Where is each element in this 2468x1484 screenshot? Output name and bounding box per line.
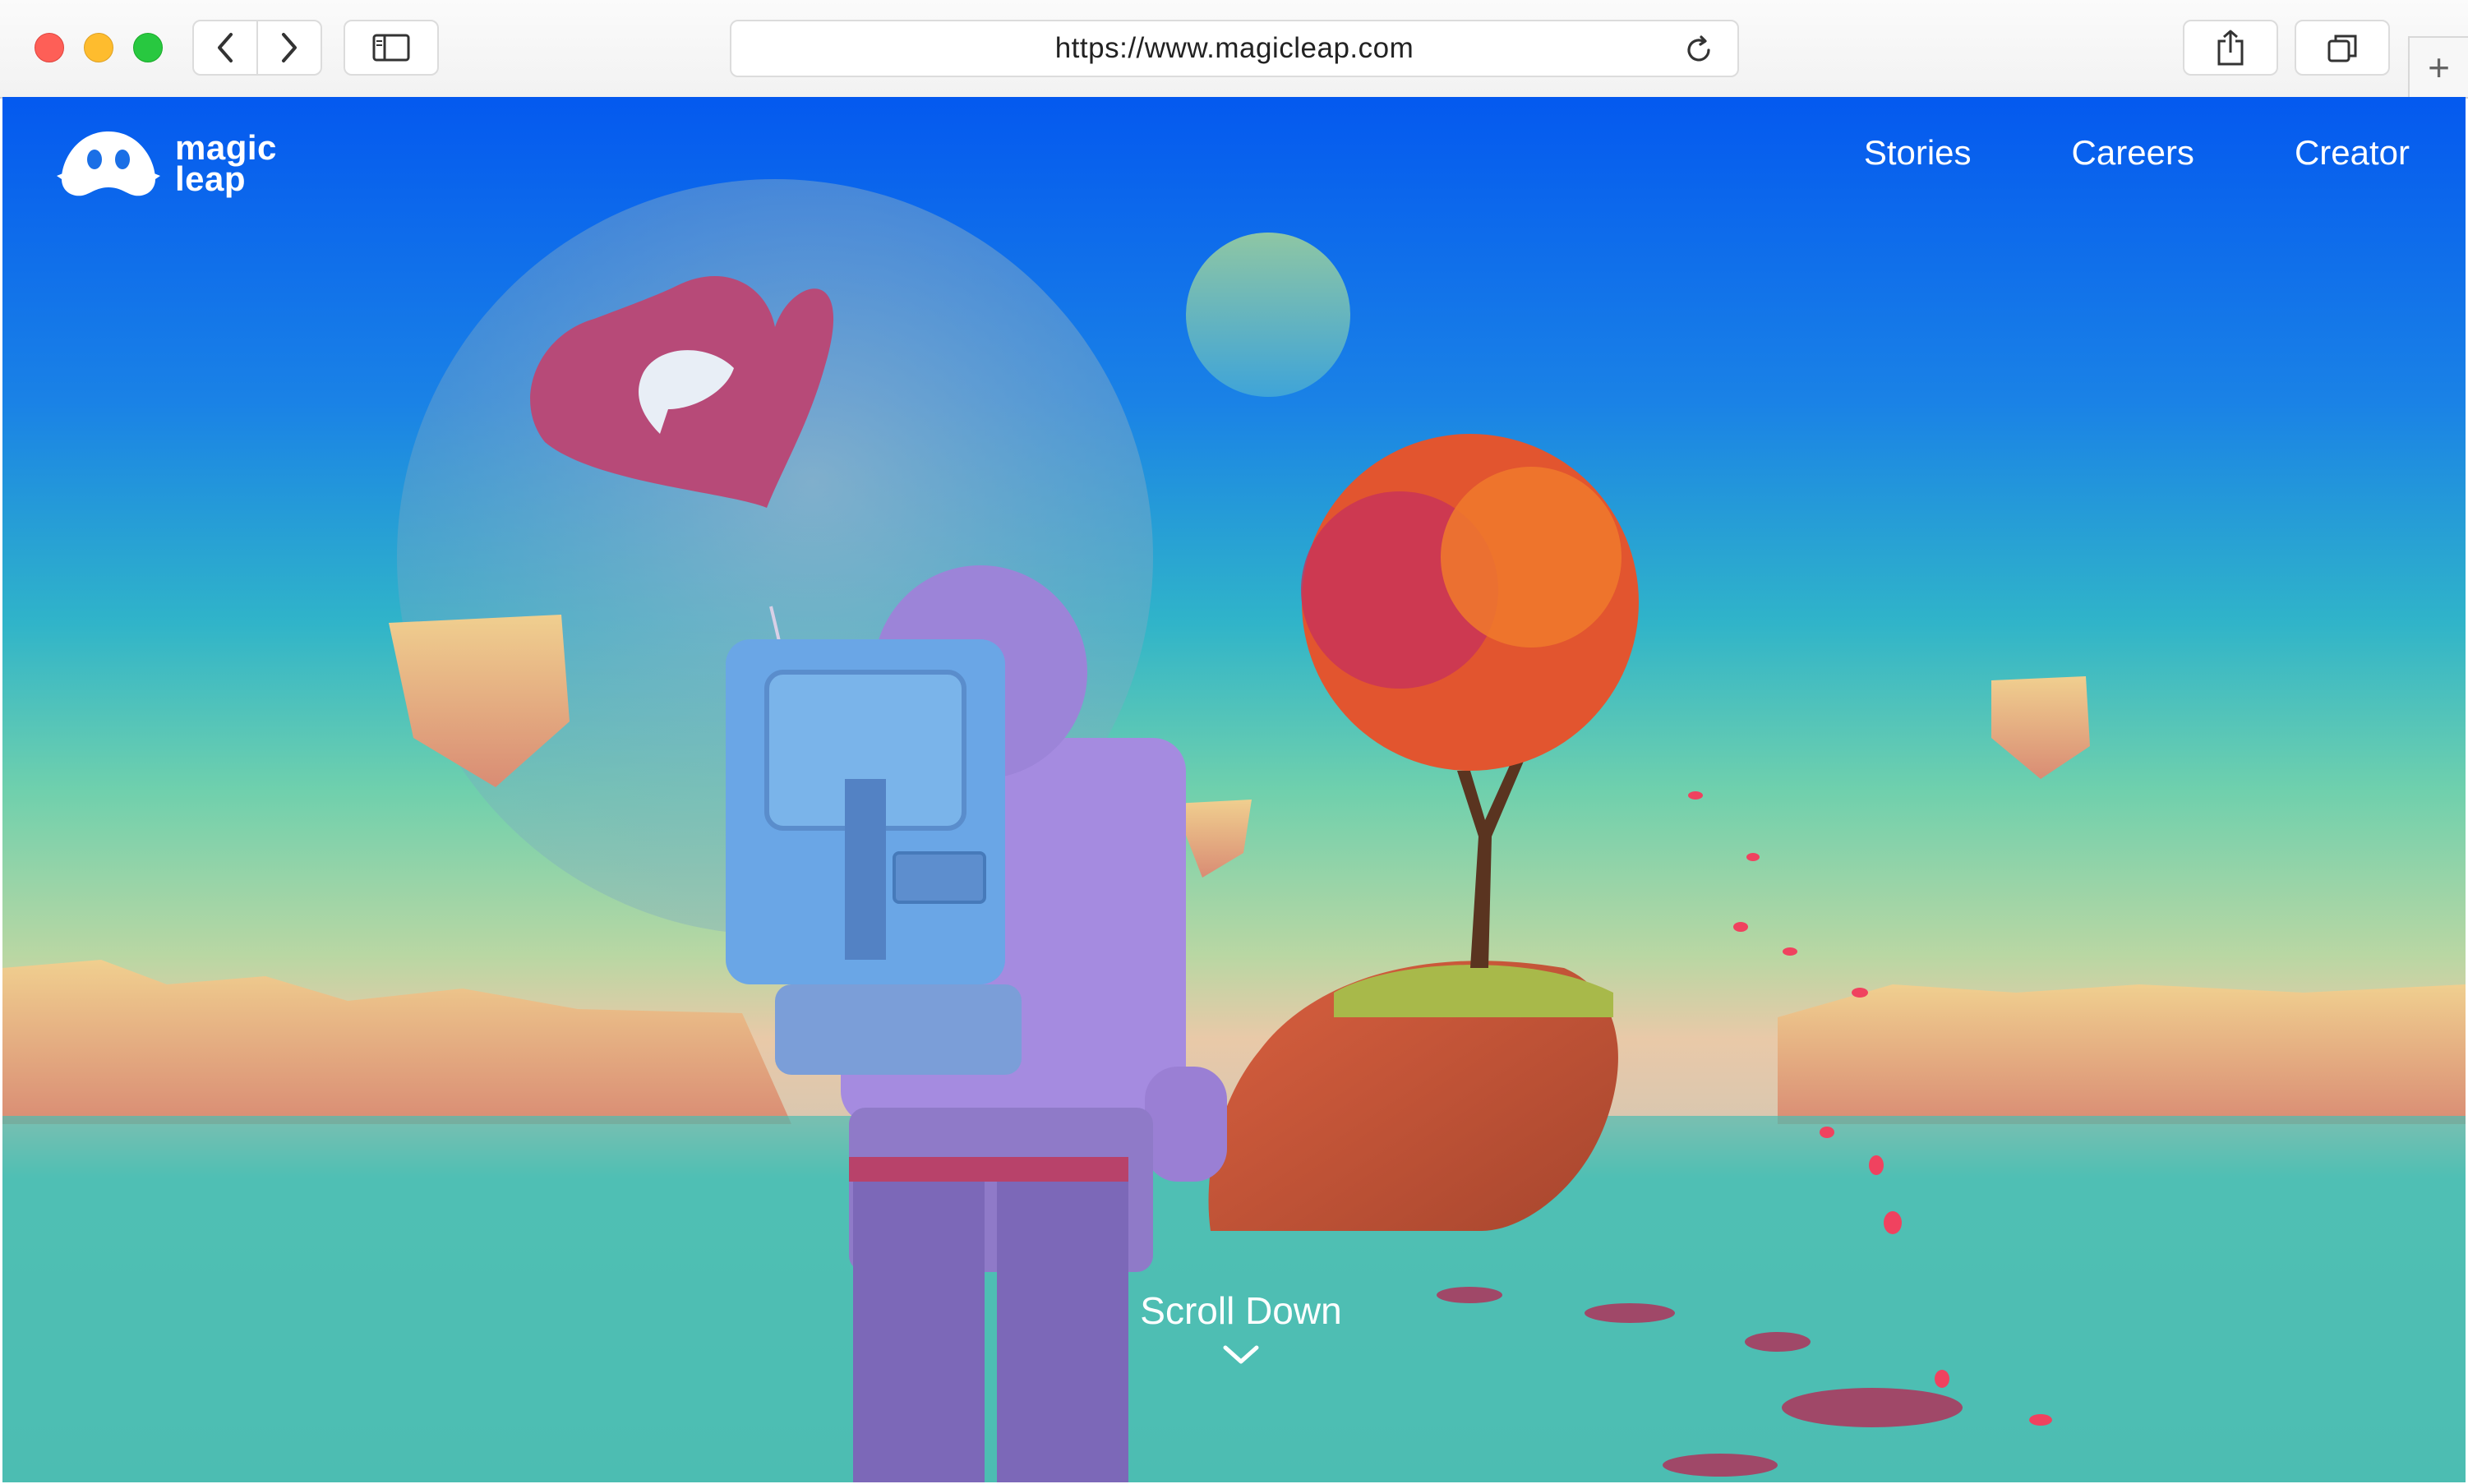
back-icon bbox=[218, 33, 233, 62]
reload-icon[interactable] bbox=[1683, 35, 1714, 66]
mesa-left bbox=[2, 960, 791, 1124]
address-bar[interactable]: https://www.magicleap.com bbox=[730, 20, 1739, 77]
scroll-down-label: Scroll Down bbox=[1140, 1289, 1342, 1332]
logo-line-2: leap bbox=[175, 159, 247, 198]
small-moon bbox=[1186, 233, 1350, 397]
forward-icon bbox=[282, 33, 297, 62]
history-nav bbox=[192, 20, 322, 76]
plus-icon: + bbox=[2428, 46, 2450, 89]
sidebar-button[interactable] bbox=[344, 20, 439, 76]
main-nav: Stories Careers Creator bbox=[1864, 133, 2410, 173]
nav-link-creator[interactable]: Creator bbox=[2295, 133, 2410, 173]
url-text: https://www.magicleap.com bbox=[1054, 32, 1414, 64]
tabs-overview-button[interactable] bbox=[2295, 20, 2390, 76]
mesa-right bbox=[1778, 984, 2466, 1124]
floating-rock-right bbox=[1991, 676, 2090, 779]
chevron-down-icon bbox=[1223, 1345, 1259, 1364]
share-button[interactable] bbox=[2183, 20, 2278, 76]
close-window-button[interactable] bbox=[35, 33, 64, 62]
minimize-window-button[interactable] bbox=[84, 33, 113, 62]
logo-mark-icon bbox=[57, 131, 160, 196]
share-icon bbox=[2217, 30, 2244, 66]
scroll-down-control[interactable]: Scroll Down bbox=[1071, 1288, 1411, 1366]
hero-section: magic leap Stories Careers Creator Scrol… bbox=[2, 97, 2466, 1482]
hero-illustration bbox=[2, 179, 2466, 1482]
back-button[interactable] bbox=[194, 21, 258, 74]
browser-toolbar: https://www.magicleap.com + bbox=[0, 0, 2468, 99]
nav-link-stories[interactable]: Stories bbox=[1864, 133, 1972, 173]
sidebar-icon bbox=[372, 34, 410, 62]
nav-link-careers[interactable]: Careers bbox=[2072, 133, 2194, 173]
magic-leap-logo[interactable]: magic leap bbox=[57, 127, 277, 200]
new-tab-button[interactable]: + bbox=[2408, 36, 2468, 97]
logo-wordmark: magic leap bbox=[175, 131, 277, 198]
tree-trunk bbox=[1457, 754, 1525, 968]
forward-button[interactable] bbox=[258, 21, 321, 74]
tabs-icon bbox=[2327, 35, 2357, 62]
zoom-window-button[interactable] bbox=[133, 33, 163, 62]
